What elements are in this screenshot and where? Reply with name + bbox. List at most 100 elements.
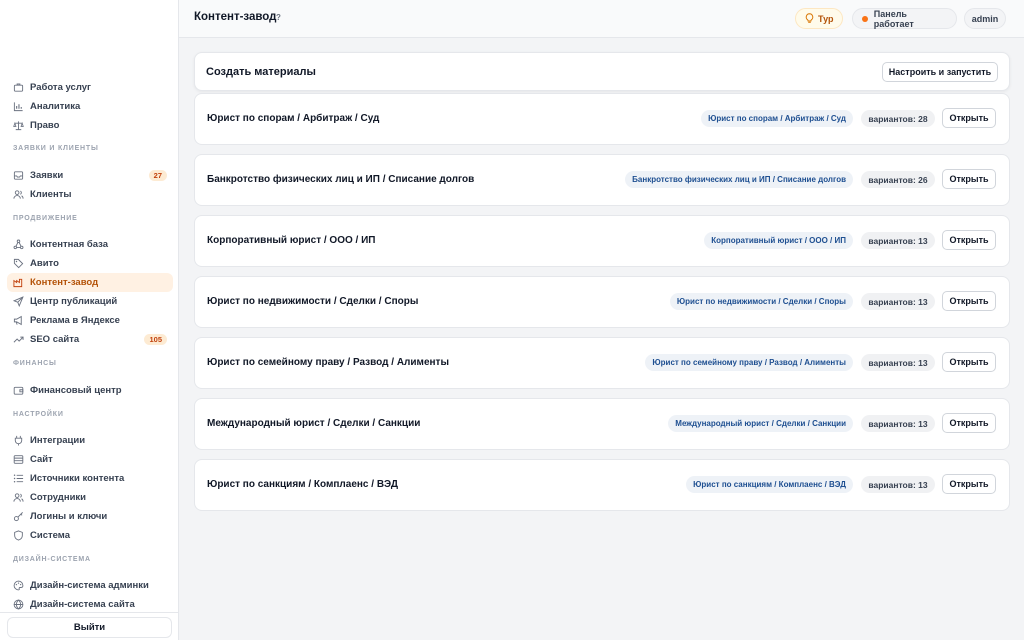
variants-count: вариантов: 26 (861, 171, 935, 188)
configure-and-run-button[interactable]: Настроить и запустить (882, 62, 998, 82)
sidebar-item-label: Финансовый центр (30, 385, 122, 396)
sidebar-item-site[interactable]: Сайт (7, 450, 173, 469)
sidebar-item-label: Дизайн-система сайта (30, 599, 135, 610)
open-button[interactable]: Открыть (942, 291, 996, 311)
sidebar-item-yandex-ads[interactable]: Реклама в Яндексе (7, 311, 173, 330)
palette-icon (13, 580, 24, 591)
list-item: Банкротство физических лиц и ИП / Списан… (194, 154, 1010, 206)
lightbulb-icon (805, 13, 814, 24)
status-label: Панель работает (873, 8, 914, 29)
row-tag: Корпоративный юрист / ООО / ИП (704, 232, 853, 249)
tour-label: Тур (818, 13, 834, 24)
network-icon (13, 239, 24, 250)
sidebar-item-label: Авито (30, 258, 59, 269)
section-title-promotion: ПРОДВИЖЕНИЕ (13, 215, 78, 222)
list-item: Юрист по санкциям / Комплаенс / ВЭД Юрис… (194, 459, 1010, 511)
tour-button[interactable]: Тур (795, 8, 843, 29)
open-button[interactable]: Открыть (942, 230, 996, 250)
sidebar-item-label: Контент-завод (30, 277, 99, 288)
open-button[interactable]: Открыть (942, 413, 996, 433)
scales-icon (13, 120, 24, 131)
sidebar: Работа услуг Аналитика Право ЗАЯВКИ И КЛ… (0, 0, 179, 640)
sidebar-item-employees[interactable]: Сотрудники (7, 488, 173, 507)
sidebar-item-label: Система (30, 530, 70, 541)
row-tag: Юрист по санкциям / Комплаенс / ВЭД (686, 476, 853, 493)
factory-icon (13, 277, 24, 288)
list-item: Корпоративный юрист / ООО / ИП Корпорати… (194, 215, 1010, 267)
top-bar: Контент-завод ? Тур Панель работает admi… (179, 0, 1024, 38)
sidebar-item-work[interactable]: Работа услуг (7, 82, 173, 97)
list-item: Юрист по недвижимости / Сделки / Споры Ю… (194, 276, 1010, 328)
layout-icon (13, 454, 24, 465)
sidebar-item-finance-center[interactable]: Финансовый центр (7, 381, 173, 400)
create-materials-card: Создать материалы Настроить и запустить (194, 52, 1010, 91)
sidebar-item-label: Сотрудники (30, 492, 87, 503)
tag-icon (13, 258, 24, 269)
sidebar-item-avito[interactable]: Авито (7, 254, 173, 273)
row-tag: Юрист по недвижимости / Сделки / Споры (669, 293, 853, 310)
open-button[interactable]: Открыть (942, 108, 996, 128)
row-title: Юрист по недвижимости / Сделки / Споры (207, 296, 419, 307)
list-item: Юрист по спорам / Арбитраж / Суд Юрист п… (194, 93, 1010, 145)
sidebar-item-law[interactable]: Право (7, 116, 173, 135)
row-tag: Банкротство физических лиц и ИП / Списан… (625, 171, 853, 188)
requests-count-badge: 27 (148, 170, 167, 181)
sidebar-item-site-design-system[interactable]: Дизайн-система сайта (7, 595, 173, 612)
bar-chart-icon (13, 101, 24, 112)
trend-icon (13, 334, 24, 345)
logout-button[interactable]: Выйти (7, 617, 172, 638)
sidebar-item-label: Интеграции (30, 435, 86, 446)
sidebar-item-label: Право (30, 120, 60, 131)
sidebar-nav[interactable]: Работа услуг Аналитика Право ЗАЯВКИ И КЛ… (0, 82, 178, 612)
sidebar-item-content-base[interactable]: Контентная база (7, 235, 173, 254)
row-title: Корпоративный юрист / ООО / ИП (207, 235, 376, 246)
open-button[interactable]: Открыть (942, 352, 996, 372)
users-icon (13, 189, 24, 200)
sidebar-item-label: Логины и ключи (30, 511, 108, 522)
variants-count: вариантов: 13 (861, 232, 935, 249)
sidebar-item-label: Клиенты (30, 189, 72, 200)
shield-icon (13, 530, 24, 541)
variants-count: вариантов: 13 (861, 293, 935, 310)
variants-count: вариантов: 13 (861, 415, 935, 432)
wallet-icon (13, 385, 24, 396)
sidebar-item-clients[interactable]: Клиенты (7, 185, 173, 204)
user-menu-button[interactable]: admin (964, 8, 1006, 29)
row-title: Международный юрист / Сделки / Санкции (207, 418, 421, 429)
open-button[interactable]: Открыть (942, 169, 996, 189)
seo-count-badge: 105 (144, 334, 167, 345)
page-title: Контент-завод (194, 11, 277, 23)
list-item: Юрист по семейному праву / Развод / Алим… (194, 337, 1010, 389)
create-materials-title: Создать материалы (206, 66, 316, 78)
help-icon[interactable]: ? (276, 13, 281, 22)
sidebar-item-system[interactable]: Система (7, 526, 173, 545)
section-title-settings: НАСТРОЙКИ (13, 411, 64, 418)
key-icon (13, 511, 24, 522)
sidebar-item-admin-design-system[interactable]: Дизайн-система админки (7, 576, 173, 595)
sidebar-item-content-factory[interactable]: Контент-завод (7, 273, 173, 292)
variants-count: вариантов: 28 (861, 110, 935, 127)
sidebar-item-content-sources[interactable]: Источники контента (7, 469, 173, 488)
globe-icon (13, 599, 24, 610)
row-title: Юрист по санкциям / Комплаенс / ВЭД (207, 479, 399, 490)
sidebar-item-seo[interactable]: SEO сайта 105 (7, 330, 173, 349)
sidebar-item-integrations[interactable]: Интеграции (7, 431, 173, 450)
sidebar-item-label: SEO сайта (30, 334, 80, 345)
section-title-requests: ЗАЯВКИ И КЛИЕНТЫ (13, 145, 99, 152)
list-item: Международный юрист / Сделки / Санкции М… (194, 398, 1010, 450)
panel-status-badge[interactable]: Панель работает (852, 8, 957, 29)
megaphone-icon (13, 315, 24, 326)
variants-count: вариантов: 13 (861, 476, 935, 493)
sidebar-item-logins-keys[interactable]: Логины и ключи (7, 507, 173, 526)
open-button[interactable]: Открыть (942, 474, 996, 494)
status-dot-icon (862, 15, 868, 22)
sidebar-item-requests[interactable]: Заявки 27 (7, 166, 173, 185)
section-title-finance: ФИНАНСЫ (13, 360, 57, 367)
team-icon (13, 492, 24, 503)
sidebar-item-publications[interactable]: Центр публикаций (7, 292, 173, 311)
sidebar-item-label: Аналитика (30, 101, 81, 112)
sidebar-item-analytics[interactable]: Аналитика (7, 97, 173, 116)
briefcase-icon (13, 82, 24, 93)
sidebar-item-label: Сайт (30, 454, 53, 465)
row-title: Банкротство физических лиц и ИП / Списан… (207, 174, 475, 185)
